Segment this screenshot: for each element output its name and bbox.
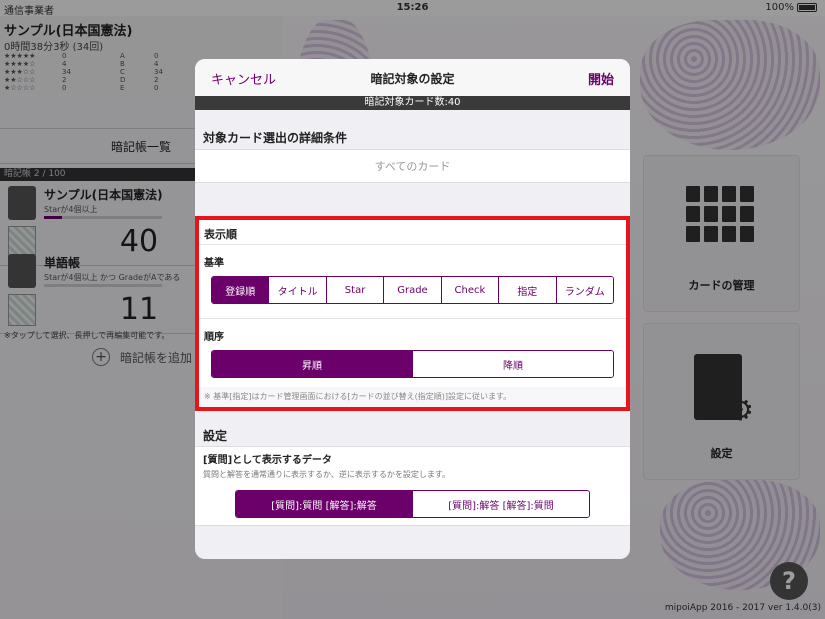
target-card-count: 暗記対象カード数:40 — [195, 96, 630, 110]
question-data-segmented-control: [質問]:質問 [解答]:解答 [質問]:解答 [解答]:質問 — [235, 490, 590, 518]
memorize-settings-modal: キャンセル 暗記対象の設定 開始 暗記対象カード数:40 対象カード選出の詳細条… — [195, 59, 630, 559]
divider — [199, 244, 626, 245]
filter-all-cards-row[interactable]: すべてのカード — [195, 149, 630, 183]
order-note: ※ 基準[指定]はカード管理画面における[カードの並び替え(指定順)]設定に従い… — [199, 387, 626, 407]
question-data-setting: [質問]として表示するデータ 質問と解答を通常通りに表示するか、逆に表示するかを… — [195, 446, 630, 526]
basis-option[interactable]: ランダム — [556, 277, 613, 303]
modal-title: 暗記対象の設定 — [370, 72, 455, 86]
sequence-segmented-control: 昇順 降順 — [211, 350, 614, 378]
question-option[interactable]: [質問]:解答 [解答]:質問 — [413, 491, 589, 517]
sequence-option[interactable]: 降順 — [413, 351, 613, 377]
start-button[interactable]: 開始 — [588, 69, 614, 88]
basis-option[interactable]: タイトル — [269, 277, 327, 303]
display-order-section: 表示順 基準 登録順 タイトル Star Grade Check 指定 ランダム… — [195, 216, 630, 411]
sequence-label: 順序 — [204, 332, 224, 343]
basis-option[interactable]: Check — [441, 277, 500, 303]
basis-option[interactable]: 登録順 — [212, 277, 270, 303]
question-data-title: [質問]として表示するデータ — [203, 455, 332, 466]
settings-section-header: 設定 — [203, 429, 228, 443]
basis-option[interactable]: Star — [326, 277, 385, 303]
question-data-description: 質問と解答を通常通りに表示するか、逆に表示するかを設定します。 — [203, 470, 451, 479]
basis-segmented-control: 登録順 タイトル Star Grade Check 指定 ランダム — [211, 276, 614, 304]
order-section-header: 表示順 — [204, 228, 237, 241]
divider — [199, 318, 626, 319]
basis-option[interactable]: 指定 — [499, 277, 557, 303]
basis-label: 基準 — [204, 258, 224, 269]
modal-nav-bar: キャンセル 暗記対象の設定 開始 — [195, 59, 630, 96]
sequence-option[interactable]: 昇順 — [212, 351, 413, 377]
question-option[interactable]: [質問]:質問 [解答]:解答 — [236, 491, 413, 517]
basis-option[interactable]: Grade — [384, 277, 442, 303]
filter-section-header: 対象カード選出の詳細条件 — [203, 131, 348, 145]
